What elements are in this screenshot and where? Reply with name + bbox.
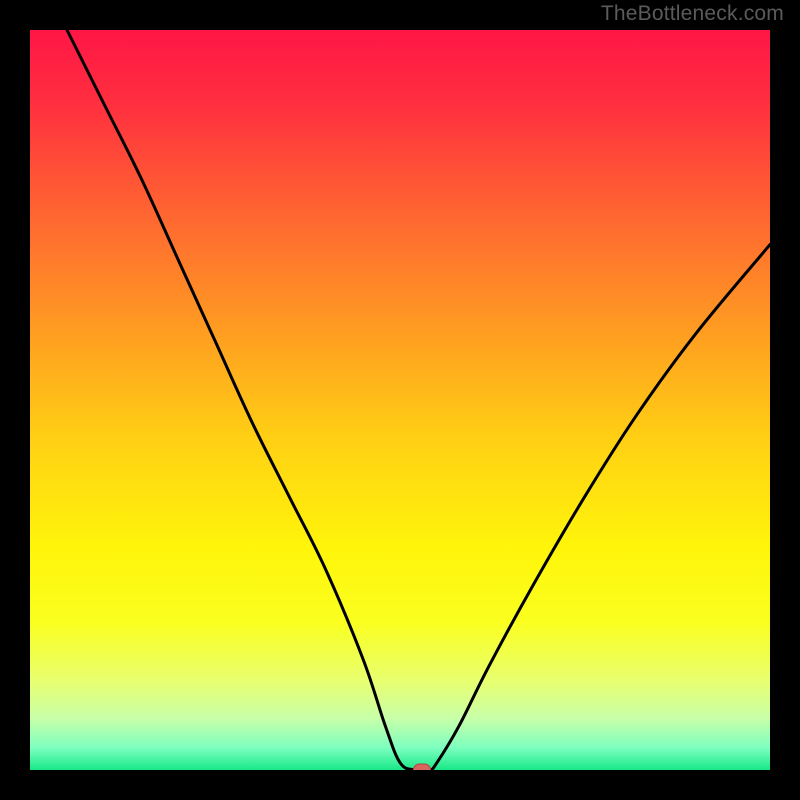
bottleneck-curve <box>30 30 770 770</box>
watermark-text: TheBottleneck.com <box>601 2 784 26</box>
optimum-marker <box>413 764 431 771</box>
plot-area <box>30 30 770 770</box>
chart-frame: TheBottleneck.com <box>0 0 800 800</box>
